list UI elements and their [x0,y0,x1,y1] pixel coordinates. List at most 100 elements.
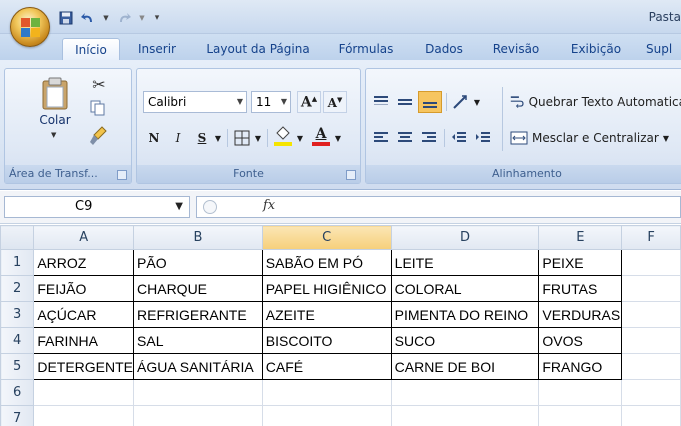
cell[interactable] [33,379,135,406]
column-header[interactable]: E [538,225,623,250]
cell[interactable] [621,327,681,354]
cell[interactable]: CARNE DE BOI [390,353,540,380]
cell[interactable] [621,405,681,426]
tab-revisao[interactable]: Revisão [489,38,543,60]
cell[interactable]: SABÃO EM PÓ [261,249,392,276]
cell[interactable] [538,379,623,406]
cell[interactable] [621,275,681,302]
cell[interactable]: CAFÉ [261,353,392,380]
align-middle-button[interactable] [394,91,416,113]
cell[interactable]: DETERGENTE [33,353,135,380]
cell[interactable]: OVOS [538,327,623,354]
cell[interactable] [390,379,540,406]
underline-dropdown-icon[interactable]: ▼ [213,127,223,149]
paste-button[interactable]: Colar ▼ [35,73,75,153]
row-header[interactable]: 1 [0,249,35,276]
shrink-font-button[interactable]: A▼ [323,91,347,113]
tab-formulas[interactable]: Fórmulas [333,38,399,60]
wrap-text-button[interactable]: Quebrar Texto Automatica [510,91,681,113]
underline-button[interactable]: S [191,127,213,149]
cell[interactable] [538,405,623,426]
office-button[interactable] [10,7,50,47]
cell[interactable]: PAPEL HIGIÊNICO [261,275,392,302]
bold-button[interactable]: N [143,127,165,149]
name-box-dropdown-icon[interactable]: ▼ [175,197,183,217]
cell[interactable]: FARINHA [33,327,135,354]
cell[interactable] [261,379,392,406]
cell[interactable] [133,379,263,406]
insert-function-icon[interactable]: fx [263,198,275,213]
redo-icon[interactable] [116,10,132,26]
borders-dropdown-icon[interactable]: ▼ [253,127,263,149]
increase-indent-button[interactable] [472,127,494,149]
align-center-button[interactable] [394,127,416,149]
row-header[interactable]: 3 [0,301,35,328]
cell[interactable]: PEIXE [538,249,623,276]
tab-suplementos[interactable]: Supl [646,38,681,60]
decrease-indent-button[interactable] [448,127,470,149]
cell[interactable]: CHARQUE [133,275,263,302]
cell[interactable]: LEITE [390,249,540,276]
tab-layout-da-pagina[interactable]: Layout da Página [203,38,313,60]
orientation-button[interactable] [450,91,472,113]
formula-input[interactable]: fx [196,196,681,218]
cell[interactable] [621,301,681,328]
column-header[interactable]: B [133,225,263,250]
grow-font-button[interactable]: A▲ [297,91,321,113]
cell[interactable]: PÃO [133,249,263,276]
row-header[interactable]: 7 [0,405,35,426]
cell[interactable] [621,353,681,380]
copy-icon[interactable] [89,99,109,119]
cell[interactable]: BISCOITO [261,327,392,354]
undo-dropdown-icon[interactable]: ▼ [102,10,110,26]
font-name-combo[interactable]: Calibri ▼ [143,91,247,113]
cell[interactable] [261,405,392,426]
row-header[interactable]: 5 [0,353,35,380]
tab-dados[interactable]: Dados [420,38,468,60]
cell[interactable]: SUCO [390,327,540,354]
fill-color-button[interactable] [271,125,295,147]
font-color-button[interactable]: A [309,125,333,147]
cell[interactable]: FRANGO [538,353,623,380]
cell[interactable] [33,405,135,426]
cell[interactable]: AÇÚCAR [33,301,135,328]
font-launcher-icon[interactable] [346,170,356,180]
redo-dropdown-icon[interactable]: ▼ [138,10,146,26]
tab-exibicao[interactable]: Exibição [566,38,626,60]
clipboard-launcher-icon[interactable] [117,170,127,180]
customize-qat-icon[interactable]: ▾ [152,10,162,26]
cell[interactable] [621,379,681,406]
cell[interactable] [133,405,263,426]
merge-center-button[interactable]: Mesclar e Centralizar ▼ [510,127,681,149]
fill-color-dropdown-icon[interactable]: ▼ [295,127,305,149]
cell[interactable]: PIMENTA DO REINO [390,301,540,328]
align-right-button[interactable] [418,127,440,149]
column-header[interactable]: A [33,225,135,250]
cell[interactable]: COLORAL [390,275,540,302]
align-bottom-button[interactable] [418,91,442,113]
cell[interactable]: AZEITE [261,301,392,328]
column-header[interactable]: F [621,225,681,250]
cell[interactable]: ARROZ [33,249,135,276]
row-header[interactable]: 6 [0,379,35,406]
row-header[interactable]: 4 [0,327,35,354]
cell[interactable]: VERDURAS [538,301,623,328]
italic-button[interactable]: I [167,127,189,149]
save-icon[interactable] [58,10,74,26]
align-top-button[interactable] [370,91,392,113]
tab-inicio[interactable]: Início [62,38,120,60]
cell[interactable] [390,405,540,426]
align-left-button[interactable] [370,127,392,149]
cell[interactable]: FRUTAS [538,275,623,302]
select-all-corner[interactable] [0,225,35,250]
name-box[interactable]: C9 ▼ [4,196,190,218]
orientation-dropdown-icon[interactable]: ▼ [472,91,482,113]
cell[interactable]: ÁGUA SANITÁRIA [133,353,263,380]
cell[interactable] [621,249,681,276]
cell[interactable]: FEIJÃO [33,275,135,302]
column-header-selected[interactable]: C [261,225,392,250]
cut-icon[interactable]: ✂ [89,75,109,95]
borders-button[interactable] [231,127,253,149]
cell[interactable]: REFRIGERANTE [133,301,263,328]
format-painter-icon[interactable] [89,125,109,147]
